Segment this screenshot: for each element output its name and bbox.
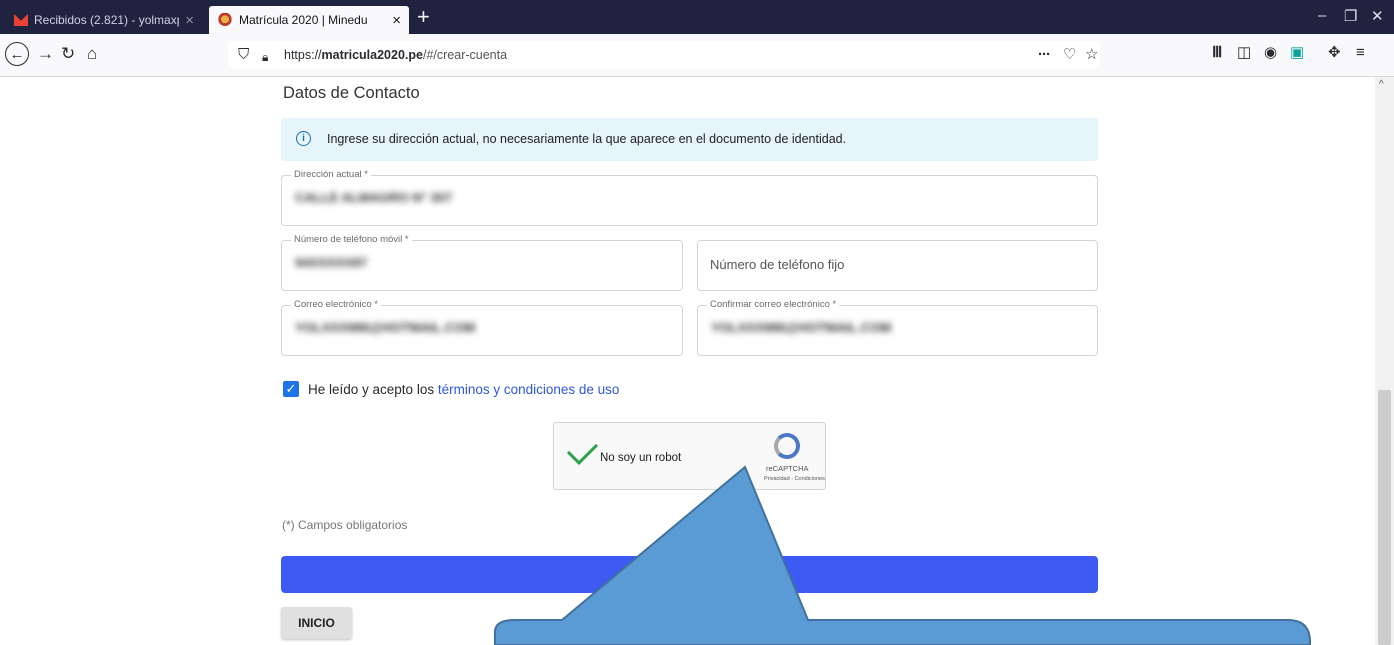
callout-bubble <box>494 465 1311 645</box>
callout-overlay <box>494 465 1311 645</box>
